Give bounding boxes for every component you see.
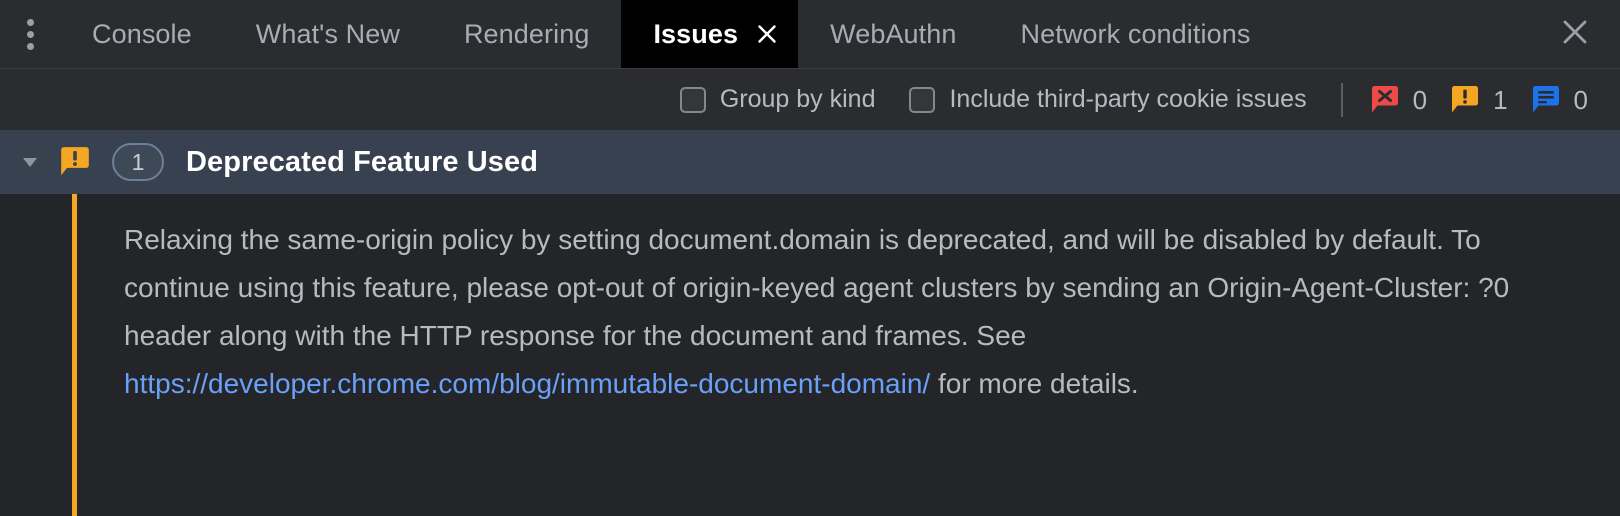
error-bubble-icon (1369, 84, 1401, 116)
kebab-dot (26, 30, 34, 38)
tab-console[interactable]: Console (60, 0, 224, 68)
warning-bubble-icon (1449, 84, 1481, 116)
tab-label: What's New (255, 18, 400, 49)
more-tabs-kebab-icon[interactable] (0, 0, 60, 68)
toolbar-divider (1340, 82, 1343, 117)
issue-documentation-link[interactable]: https://developer.chrome.com/blog/immuta… (124, 368, 930, 399)
issue-count-value: 1 (131, 148, 145, 175)
issue-description-text-before-link: Relaxing the same-origin policy by setti… (124, 224, 1510, 351)
issue-severity-rail (72, 194, 77, 516)
warning-bubble-icon (58, 145, 92, 179)
checkbox-label: Include third-party cookie issues (949, 85, 1307, 113)
checkbox-box (679, 86, 706, 113)
info-counter[interactable]: 0 (1530, 84, 1600, 116)
tab-list: Console What's New Rendering Issues WebA… (60, 0, 1530, 68)
chevron-down-icon[interactable] (14, 151, 46, 173)
error-count: 0 (1412, 84, 1428, 115)
devtools-drawer: Console What's New Rendering Issues WebA… (0, 0, 1620, 516)
tab-issues[interactable]: Issues (621, 0, 799, 68)
warning-count: 1 (1493, 84, 1508, 115)
issue-description: Relaxing the same-origin policy by setti… (124, 194, 1590, 516)
issues-toolbar: Group by kind Include third-party cookie… (0, 69, 1620, 130)
tab-label: Rendering (463, 18, 590, 49)
drawer-tab-bar: Console What's New Rendering Issues WebA… (0, 0, 1620, 69)
error-counter[interactable]: 0 (1369, 84, 1439, 116)
info-bubble-icon (1530, 84, 1562, 116)
close-icon[interactable] (754, 21, 780, 47)
tab-webauthn[interactable]: WebAuthn (798, 0, 988, 68)
issue-description-text-after-link: for more details. (930, 368, 1139, 399)
info-count: 0 (1573, 84, 1588, 115)
kebab-dot (26, 18, 34, 26)
checkbox-label: Group by kind (719, 85, 876, 113)
close-icon (1560, 17, 1590, 52)
tab-whats-new[interactable]: What's New (224, 0, 432, 68)
tab-label: WebAuthn (830, 18, 957, 49)
close-drawer-button[interactable] (1530, 0, 1620, 68)
tab-label: Console (92, 18, 192, 49)
tab-label: Issues (653, 18, 739, 49)
issue-counters: 0 1 0 (1369, 84, 1600, 116)
issue-body: Relaxing the same-origin policy by setti… (0, 194, 1620, 516)
warning-counter[interactable]: 1 (1449, 84, 1519, 116)
group-by-kind-checkbox[interactable]: Group by kind (679, 85, 876, 113)
tab-label: Network conditions (1020, 18, 1251, 49)
issue-count-badge: 1 (112, 143, 164, 181)
tab-network-conditions[interactable]: Network conditions (989, 0, 1283, 68)
kebab-dot (26, 42, 34, 50)
include-third-party-cookie-issues-checkbox[interactable]: Include third-party cookie issues (909, 85, 1307, 113)
tab-rendering[interactable]: Rendering (432, 0, 622, 68)
issue-header-row[interactable]: 1 Deprecated Feature Used (0, 130, 1620, 194)
checkbox-box (909, 86, 936, 113)
issue-title: Deprecated Feature Used (186, 145, 539, 178)
